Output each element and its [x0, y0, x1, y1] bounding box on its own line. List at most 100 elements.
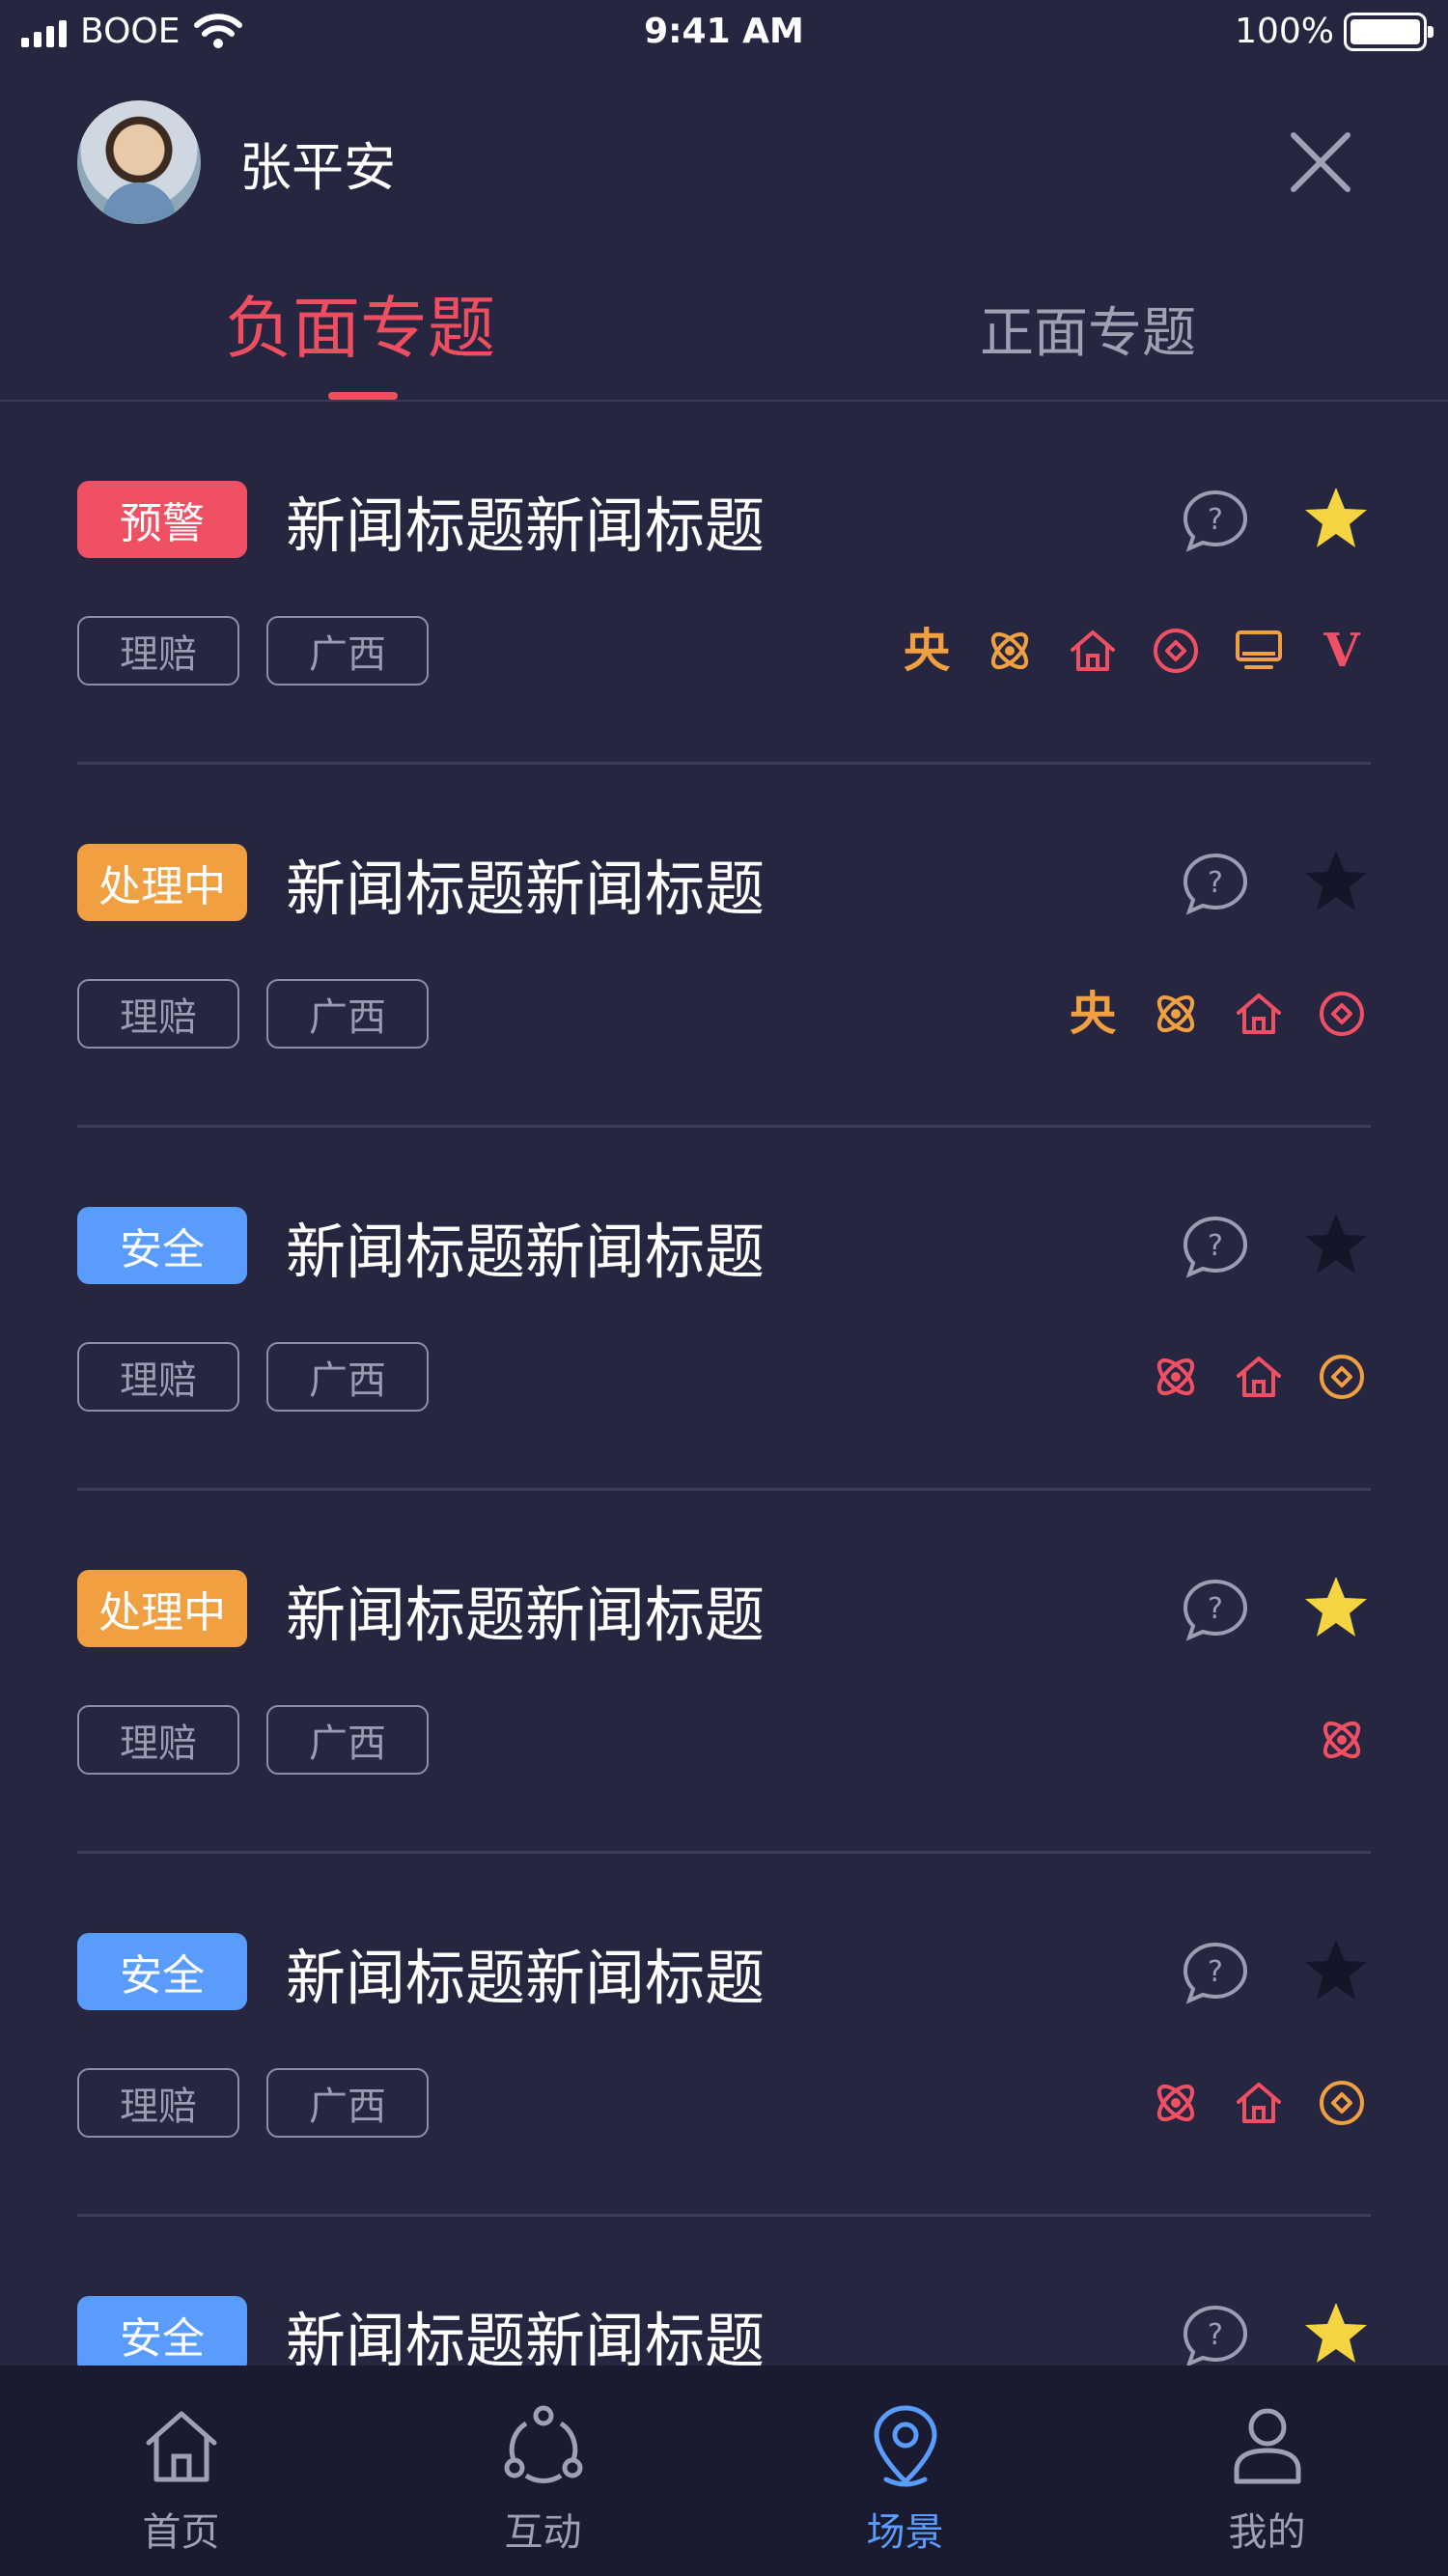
tag[interactable]: 理赔	[77, 2068, 239, 2138]
topic-tabs: 负面专题 正面专题	[0, 261, 1448, 402]
tag[interactable]: 理赔	[77, 1705, 239, 1775]
status-badge: 预警	[77, 481, 247, 558]
yang-icon: 央	[1064, 985, 1122, 1043]
news-item[interactable]: 安全 新闻标题新闻标题? 理赔 广西	[0, 1128, 1448, 1491]
user-icon	[1234, 2408, 1301, 2484]
target-icon	[1147, 622, 1205, 680]
status-badge: 安全	[77, 1933, 247, 2010]
home-icon	[1064, 622, 1122, 680]
username: 张平安	[239, 136, 396, 198]
yang-glyph: 央	[903, 624, 950, 678]
star-icon[interactable]	[1301, 847, 1371, 916]
tag[interactable]: 理赔	[77, 616, 239, 686]
help-icon[interactable]: ?	[1182, 489, 1249, 552]
svg-text:?: ?	[1208, 1592, 1223, 1626]
tag[interactable]: 理赔	[77, 1342, 239, 1412]
atom-icon	[1313, 1711, 1371, 1769]
help-icon[interactable]: ?	[1182, 852, 1249, 915]
target-icon	[1313, 985, 1371, 1043]
svg-text:?: ?	[1208, 2318, 1223, 2352]
help-icon[interactable]: ?	[1182, 1578, 1249, 1641]
channel-list: 央V	[898, 622, 1371, 680]
status-badge: 安全	[77, 1207, 247, 1284]
close-icon[interactable]	[1286, 127, 1355, 197]
news-list: 预警 新闻标题新闻标题? 理赔 广西央 V 处理中 新闻标题新闻标题? 理赔 广西央安全 新闻标题…	[0, 402, 1448, 2576]
tag-list: 理赔 广西	[77, 979, 429, 1049]
svg-text:?: ?	[1208, 1955, 1223, 1989]
status-badge: 处理中	[77, 1570, 247, 1647]
news-title[interactable]: 新闻标题新闻标题	[286, 840, 765, 927]
status-badge: 安全	[77, 2296, 247, 2373]
battery-percent: 100%	[1235, 12, 1334, 51]
tabbar-item[interactable]: 场景	[724, 2366, 1086, 2576]
star-icon[interactable]	[1301, 1573, 1371, 1642]
tab-indicator	[328, 392, 398, 400]
battery-icon	[1344, 12, 1434, 51]
tag-list: 理赔 广西	[77, 2068, 429, 2138]
news-title[interactable]: 新闻标题新闻标题	[286, 1203, 765, 1290]
target-icon	[1313, 1348, 1371, 1406]
home-icon	[1230, 1348, 1288, 1406]
tabbar-item[interactable]: 首页	[0, 2366, 362, 2576]
news-item[interactable]: 处理中 新闻标题新闻标题? 理赔 广西 央	[0, 765, 1448, 1128]
tag-list: 理赔 广西	[77, 616, 429, 686]
tag-list: 理赔 广西	[77, 1705, 429, 1775]
profile-header: 张平安	[77, 100, 396, 224]
tabbar-item[interactable]: 我的	[1086, 2366, 1448, 2576]
tag[interactable]: 广西	[266, 1705, 429, 1775]
star-icon[interactable]	[1301, 1210, 1371, 1279]
svg-text:?: ?	[1208, 1229, 1223, 1263]
tabbar-label: 互动	[504, 2510, 582, 2555]
status-right: 100%	[1235, 12, 1434, 51]
channel-list: 央	[1064, 985, 1371, 1043]
tag[interactable]: 理赔	[77, 979, 239, 1049]
help-icon[interactable]: ?	[1182, 2304, 1249, 2367]
home-icon	[146, 2411, 217, 2482]
home-icon	[1230, 985, 1288, 1043]
help-icon[interactable]: ?	[1182, 1941, 1249, 2004]
clock: 9:41 AM	[644, 12, 804, 51]
target-icon	[1313, 2074, 1371, 2132]
news-title[interactable]: 新闻标题新闻标题	[286, 1929, 765, 2016]
location-pin-icon	[874, 2405, 937, 2487]
tabbar-label: 首页	[142, 2510, 220, 2555]
svg-text:?: ?	[1208, 503, 1223, 537]
tabbar-item[interactable]: 互动	[362, 2366, 724, 2576]
tab-positive[interactable]: 正面专题	[980, 290, 1196, 368]
tag[interactable]: 广西	[266, 1342, 429, 1412]
tag[interactable]: 广西	[266, 979, 429, 1049]
news-title[interactable]: 新闻标题新闻标题	[286, 1566, 765, 1653]
v-glyph: V	[1323, 624, 1360, 678]
tag[interactable]: 广西	[266, 616, 429, 686]
status-badge: 处理中	[77, 844, 247, 921]
monitor-icon	[1230, 622, 1288, 680]
bottom-tab-bar: 首页 互动 场景 我的	[0, 2366, 1448, 2576]
status-bar: BOOE 9:41 AM 100%	[0, 0, 1448, 66]
channel-list	[1147, 2074, 1371, 2132]
svg-text:?: ?	[1208, 866, 1223, 900]
atom-icon	[1147, 1348, 1205, 1406]
share-icon	[504, 2405, 583, 2483]
star-icon[interactable]	[1301, 1936, 1371, 2005]
channel-list	[1147, 1348, 1371, 1406]
v-icon: V	[1313, 622, 1371, 680]
news-item[interactable]: 安全 新闻标题新闻标题? 理赔 广西	[0, 1854, 1448, 2217]
star-icon[interactable]	[1301, 2299, 1371, 2368]
home-icon	[1230, 2074, 1288, 2132]
tab-negative[interactable]: 负面专题	[225, 274, 495, 372]
atom-icon	[981, 622, 1039, 680]
news-item[interactable]: 预警 新闻标题新闻标题? 理赔 广西央 V	[0, 402, 1448, 765]
yang-icon: 央	[898, 622, 956, 680]
channel-list	[1313, 1711, 1371, 1769]
tabbar-label: 场景	[866, 2510, 944, 2555]
help-icon[interactable]: ?	[1182, 1215, 1249, 1278]
atom-icon	[1147, 2074, 1205, 2132]
news-title[interactable]: 新闻标题新闻标题	[286, 477, 765, 564]
tag-list: 理赔 广西	[77, 1342, 429, 1412]
star-icon[interactable]	[1301, 484, 1371, 553]
avatar[interactable]	[77, 100, 201, 224]
news-item[interactable]: 处理中 新闻标题新闻标题? 理赔 广西	[0, 1491, 1448, 1854]
tag[interactable]: 广西	[266, 2068, 429, 2138]
tabbar-label: 我的	[1228, 2510, 1306, 2555]
atom-icon	[1147, 985, 1205, 1043]
